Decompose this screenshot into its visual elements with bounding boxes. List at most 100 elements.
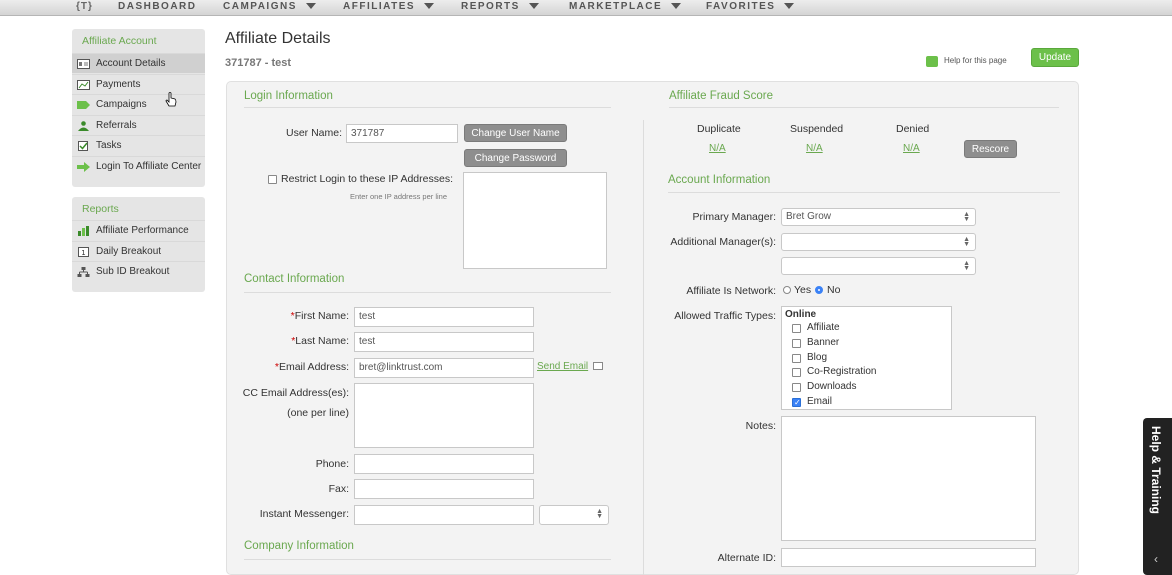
logo: {T} xyxy=(76,1,93,12)
traffic-downloads-checkbox[interactable] xyxy=(792,383,801,392)
sidebar-affiliate-account: Affiliate Account Account Details Paymen… xyxy=(72,29,205,187)
sidebar-item-payments[interactable]: Payments xyxy=(72,74,205,94)
affiliate-network-label: Affiliate Is Network: xyxy=(686,285,776,297)
help-training-label: Help & Training xyxy=(1149,426,1163,515)
ip-addresses-textarea[interactable] xyxy=(463,172,607,269)
instant-messenger-label: Instant Messenger: xyxy=(259,508,349,520)
notes-label: Notes: xyxy=(745,420,776,432)
email-input[interactable]: bret@linktrust.com xyxy=(354,358,534,378)
help-for-page-link[interactable]: Help for this page xyxy=(944,56,1007,65)
section-contact-information: Contact Information xyxy=(244,273,345,285)
section-fraud-score: Affiliate Fraud Score xyxy=(669,90,773,102)
traffic-blog-checkbox[interactable] xyxy=(792,354,801,363)
fraud-duplicate-value[interactable]: N/A xyxy=(709,143,726,154)
sidebar-item-sub-id-breakout[interactable]: Sub ID Breakout xyxy=(72,261,205,281)
traffic-email-checkbox[interactable] xyxy=(792,398,801,407)
traffic-downloads-label: Downloads xyxy=(807,381,857,392)
cc-email-label: CC Email Address(es): xyxy=(242,387,349,399)
traffic-types-list: Online Affiliate Banner Blog Co-Registra… xyxy=(781,306,952,410)
fax-label: Fax: xyxy=(328,483,349,495)
fraud-duplicate-label: Duplicate xyxy=(697,123,741,135)
section-divider xyxy=(244,107,611,108)
username-label: User Name: xyxy=(285,127,342,139)
sidebar-item-account-details[interactable]: Account Details xyxy=(72,53,205,73)
nav-favorites[interactable]: FAVORITES xyxy=(706,1,795,12)
network-yes-radio[interactable] xyxy=(783,286,791,294)
additional-manager-select-2[interactable]: ▲ ▼ xyxy=(781,257,976,275)
restrict-ip-hint: Enter one IP address per line xyxy=(350,192,448,201)
calendar-icon: 1 xyxy=(78,247,89,257)
change-username-button[interactable]: Change User Name xyxy=(464,124,567,142)
chart-icon xyxy=(78,226,89,236)
top-navigation-bar: {T} DASHBOARD CAMPAIGNS AFFILIATES REPOR… xyxy=(0,0,1172,16)
sidebar-item-login-affiliate-center[interactable]: Login To Affiliate Center xyxy=(72,156,205,176)
fraud-suspended-label: Suspended xyxy=(790,123,844,135)
traffic-affiliate-checkbox[interactable] xyxy=(792,324,801,333)
nav-reports[interactable]: REPORTS xyxy=(461,1,539,12)
traffic-banner-checkbox[interactable] xyxy=(792,339,801,348)
page-title: Affiliate Details xyxy=(225,30,331,47)
chevron-down-icon xyxy=(424,3,435,10)
sidebar-title: Reports xyxy=(82,203,119,215)
nav-marketplace[interactable]: MARKETPLACE xyxy=(569,1,682,12)
instant-messenger-input[interactable] xyxy=(354,505,534,525)
chevron-down-icon xyxy=(671,3,682,10)
sidebar-item-tasks[interactable]: Tasks xyxy=(72,135,205,155)
traffic-banner-label: Banner xyxy=(807,337,840,348)
sidebar-item-affiliate-performance[interactable]: Affiliate Performance xyxy=(72,220,205,240)
fraud-suspended-value[interactable]: N/A xyxy=(806,143,823,154)
fraud-denied-label: Denied xyxy=(896,123,930,135)
help-training-tab[interactable]: Help & Training ‹ xyxy=(1143,418,1172,575)
additional-managers-label: Additional Manager(s): xyxy=(670,236,776,248)
notes-textarea[interactable] xyxy=(781,416,1036,541)
traffic-group-label: Online xyxy=(785,309,817,320)
primary-manager-label: Primary Manager: xyxy=(692,211,776,223)
fax-input[interactable] xyxy=(354,479,534,499)
chevron-left-icon: ‹ xyxy=(1154,552,1158,566)
restrict-ip-label: Restrict Login to these IP Addresses: xyxy=(281,173,453,185)
primary-manager-select[interactable]: Bret Grow ▲ ▼ xyxy=(781,208,976,226)
traffic-types-label: Allowed Traffic Types: xyxy=(674,310,776,322)
additional-manager-select-1[interactable]: ▲ ▼ xyxy=(781,233,976,251)
chevron-down-icon xyxy=(305,3,316,10)
email-label: *Email Address: xyxy=(274,361,349,373)
section-divider xyxy=(244,292,611,293)
section-account-information: Account Information xyxy=(668,174,771,186)
sidebar-item-referrals[interactable]: Referrals xyxy=(72,115,205,135)
phone-input[interactable] xyxy=(354,454,534,474)
update-button[interactable]: Update xyxy=(1031,48,1079,67)
network-no-radio[interactable] xyxy=(815,286,823,294)
affiliate-id-subtitle: 371787 - test xyxy=(225,57,292,69)
hand-cursor-icon xyxy=(165,92,177,107)
money-icon xyxy=(77,80,90,90)
chevron-down-icon xyxy=(528,3,539,10)
last-name-input[interactable]: test xyxy=(354,332,534,352)
section-company-information: Company Information xyxy=(244,540,354,552)
sidebar-item-daily-breakout[interactable]: 1 Daily Breakout xyxy=(72,241,205,261)
nav-dashboard[interactable]: DASHBOARD xyxy=(118,1,197,12)
nav-campaigns[interactable]: CAMPAIGNS xyxy=(223,1,316,12)
rescore-button[interactable]: Rescore xyxy=(964,140,1017,158)
column-divider xyxy=(643,120,644,575)
network-yes-label: Yes xyxy=(794,284,812,296)
section-divider xyxy=(668,192,1060,193)
change-password-button[interactable]: Change Password xyxy=(464,149,567,167)
traffic-coregistration-checkbox[interactable] xyxy=(792,368,801,377)
last-name-label: *Last Name: xyxy=(291,335,349,347)
username-input[interactable]: 371787 xyxy=(346,124,458,143)
fraud-denied-value[interactable]: N/A xyxy=(903,143,920,154)
traffic-affiliate-label: Affiliate xyxy=(807,322,840,333)
cc-email-textarea[interactable] xyxy=(354,383,534,448)
im-service-select[interactable]: ▲ ▼ xyxy=(539,505,609,525)
sidebar-item-campaigns[interactable]: Campaigns xyxy=(72,94,205,114)
network-no-label: No xyxy=(827,284,841,296)
help-icon[interactable] xyxy=(926,56,938,67)
restrict-ip-checkbox[interactable] xyxy=(268,175,277,184)
nav-affiliates[interactable]: AFFILIATES xyxy=(343,1,435,12)
send-email-link[interactable]: Send Email xyxy=(537,361,588,372)
svg-text:1: 1 xyxy=(81,249,85,257)
alternate-id-input[interactable] xyxy=(781,548,1036,567)
traffic-coregistration-label: Co-Registration xyxy=(807,366,877,377)
popup-window-icon xyxy=(593,362,603,370)
first-name-input[interactable]: test xyxy=(354,307,534,327)
